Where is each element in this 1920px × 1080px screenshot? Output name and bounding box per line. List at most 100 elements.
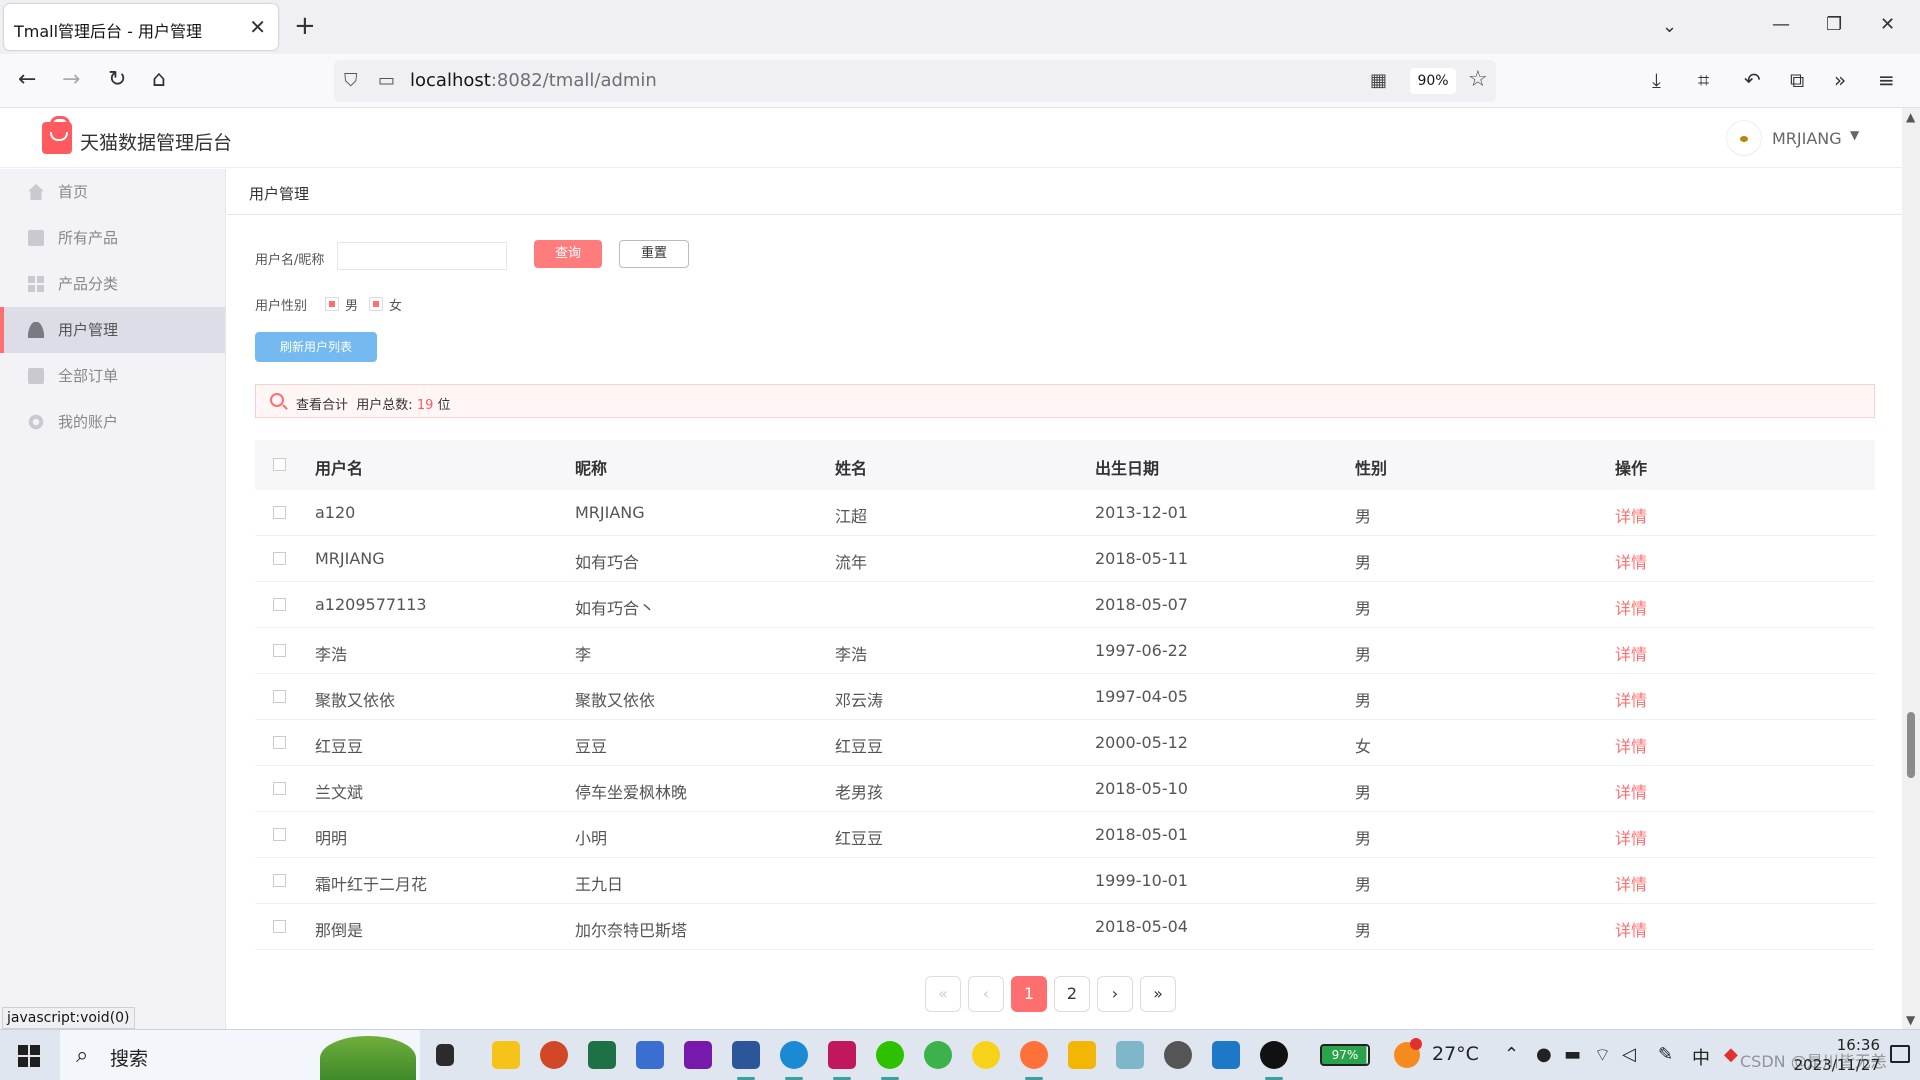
row-checkbox[interactable] [273,736,286,749]
zoom-level[interactable]: 90% [1410,68,1456,94]
crop-icon[interactable]: ⌗ [1698,68,1709,92]
name-filter-input[interactable] [337,242,507,270]
column-header-nickname[interactable]: 昵称 [575,455,607,479]
navicat-icon[interactable] [924,1041,952,1069]
row-checkbox[interactable] [273,506,286,519]
restore-icon[interactable]: ❐ [1826,14,1842,35]
detail-link[interactable]: 详情 [1615,595,1647,619]
next-page-button[interactable]: › [1097,976,1133,1012]
avatar[interactable] [1726,120,1762,156]
detail-link[interactable]: 详情 [1615,825,1647,849]
detail-link[interactable]: 详情 [1615,779,1647,803]
query-button[interactable]: 查询 [534,240,602,268]
intellij-icon[interactable] [828,1041,856,1069]
bookmark-star-icon[interactable]: ☆ [1468,67,1488,92]
edge-icon[interactable] [780,1041,808,1069]
row-checkbox[interactable] [273,920,286,933]
sidebar-item-users[interactable]: 用户管理 [0,307,225,353]
notification-center-icon[interactable] [1890,1045,1910,1063]
detail-link[interactable]: 详情 [1615,503,1647,527]
detail-link[interactable]: 详情 [1615,641,1647,665]
menu-icon[interactable]: ≡ [1878,68,1895,92]
chevron-up-icon[interactable]: ⌃ [1504,1044,1519,1065]
settings-gear-icon[interactable] [1164,1041,1192,1069]
powerpoint-icon[interactable] [540,1041,568,1069]
caret-down-icon[interactable]: ▼ [1850,128,1859,142]
sticky-notes-icon[interactable] [492,1041,520,1069]
row-checkbox[interactable] [273,782,286,795]
chevron-down-icon[interactable]: ⌄ [1662,16,1677,37]
battery-indicator[interactable]: 97% [1320,1044,1370,1066]
detail-link[interactable]: 详情 [1615,549,1647,573]
detail-link[interactable]: 详情 [1615,733,1647,757]
last-page-button[interactable]: » [1140,976,1176,1012]
battery-icon[interactable]: ▬ [1564,1044,1581,1065]
first-page-button[interactable]: « [925,976,961,1012]
notepad-icon[interactable] [1116,1041,1144,1069]
row-checkbox[interactable] [273,552,286,565]
onenote-icon[interactable] [684,1041,712,1069]
page-button-2[interactable]: 2 [1054,976,1090,1012]
sidebar-item-home[interactable]: 首页 [0,169,225,215]
word-icon[interactable] [732,1041,760,1069]
extensions-icon[interactable]: ⧉ [1790,68,1804,92]
row-checkbox[interactable] [273,690,286,703]
scroll-up-icon[interactable]: ▲ [1906,110,1915,124]
more-tools-icon[interactable]: » [1834,68,1846,92]
row-checkbox[interactable] [273,644,286,657]
page-scrollbar[interactable]: ▲ ▼ [1902,108,1920,1029]
input-method-icon[interactable]: 中 [1692,1044,1710,1070]
scroll-down-icon[interactable]: ▼ [1906,1013,1915,1027]
row-checkbox[interactable] [273,598,286,611]
forward-icon[interactable]: → [62,68,80,92]
sidebar-item-orders[interactable]: 全部订单 [0,353,225,399]
qq-icon[interactable] [1260,1041,1288,1069]
file-explorer-icon[interactable] [1068,1041,1096,1069]
microphone-icon[interactable]: ● [1536,1044,1552,1065]
detail-link[interactable]: 详情 [1615,917,1647,941]
visio-icon[interactable] [636,1041,664,1069]
gender-female-radio[interactable] [369,297,383,311]
download-icon[interactable]: ⤓ [1652,68,1661,92]
column-header-birthday[interactable]: 出生日期 [1095,455,1159,479]
pen-icon[interactable]: ✎ [1658,1044,1673,1065]
clock-time[interactable]: 16:36 [1790,1036,1880,1054]
reset-button[interactable]: 重置 [619,240,689,268]
user-name[interactable]: MRJIANG [1772,129,1842,148]
clock-date[interactable]: 2023/11/27 [1752,1056,1880,1074]
firefox-icon[interactable] [1020,1041,1048,1069]
browser-tab[interactable]: Tmall管理后台 - 用户管理 ✕ [4,4,278,50]
sidebar-item-categories[interactable]: 产品分类 [0,261,225,307]
excel-icon[interactable] [588,1041,616,1069]
column-header-username[interactable]: 用户名 [315,455,363,479]
wifi-icon[interactable]: ⌔ [1594,1044,1611,1067]
sidebar-item-account[interactable]: 我的账户 [0,399,225,445]
qr-code-icon[interactable]: ▦ [1370,70,1387,91]
gender-male-radio[interactable] [325,297,339,311]
detail-link[interactable]: 详情 [1615,687,1647,711]
row-checkbox[interactable] [273,828,286,841]
close-tab-icon[interactable]: ✕ [249,15,266,39]
scrollbar-thumb[interactable] [1907,712,1915,778]
windows-start-icon[interactable] [18,1045,40,1067]
refresh-user-list-button[interactable]: 刷新用户列表 [255,332,377,362]
detail-link[interactable]: 详情 [1615,871,1647,895]
column-header-realname[interactable]: 姓名 [835,455,867,479]
temperature[interactable]: 27°C [1432,1043,1479,1065]
wechat-icon[interactable] [876,1041,904,1069]
close-window-icon[interactable]: ✕ [1880,14,1895,35]
volume-icon[interactable]: ◁ [1622,1044,1636,1065]
select-all-checkbox[interactable] [273,458,286,471]
reload-icon[interactable]: ↻ [108,68,126,92]
new-tab-icon[interactable]: + [294,12,316,40]
url-text[interactable]: localhost:8082/tmall/admin [410,70,657,91]
antivirus-icon[interactable]: ◆ [1724,1044,1738,1065]
shield-icon[interactable]: ⛉ [344,70,358,91]
minimize-icon[interactable]: — [1772,14,1790,35]
task-view-icon[interactable] [436,1044,454,1066]
home-icon[interactable]: ⌂ [152,68,166,92]
qq-music-icon[interactable] [972,1041,1000,1069]
media-player-icon[interactable] [1212,1041,1240,1069]
url-bar[interactable]: ⛉ ▭ localhost:8082/tmall/admin ▦ 90% ☆ [334,60,1496,102]
sidebar-item-products[interactable]: 所有产品 [0,215,225,261]
